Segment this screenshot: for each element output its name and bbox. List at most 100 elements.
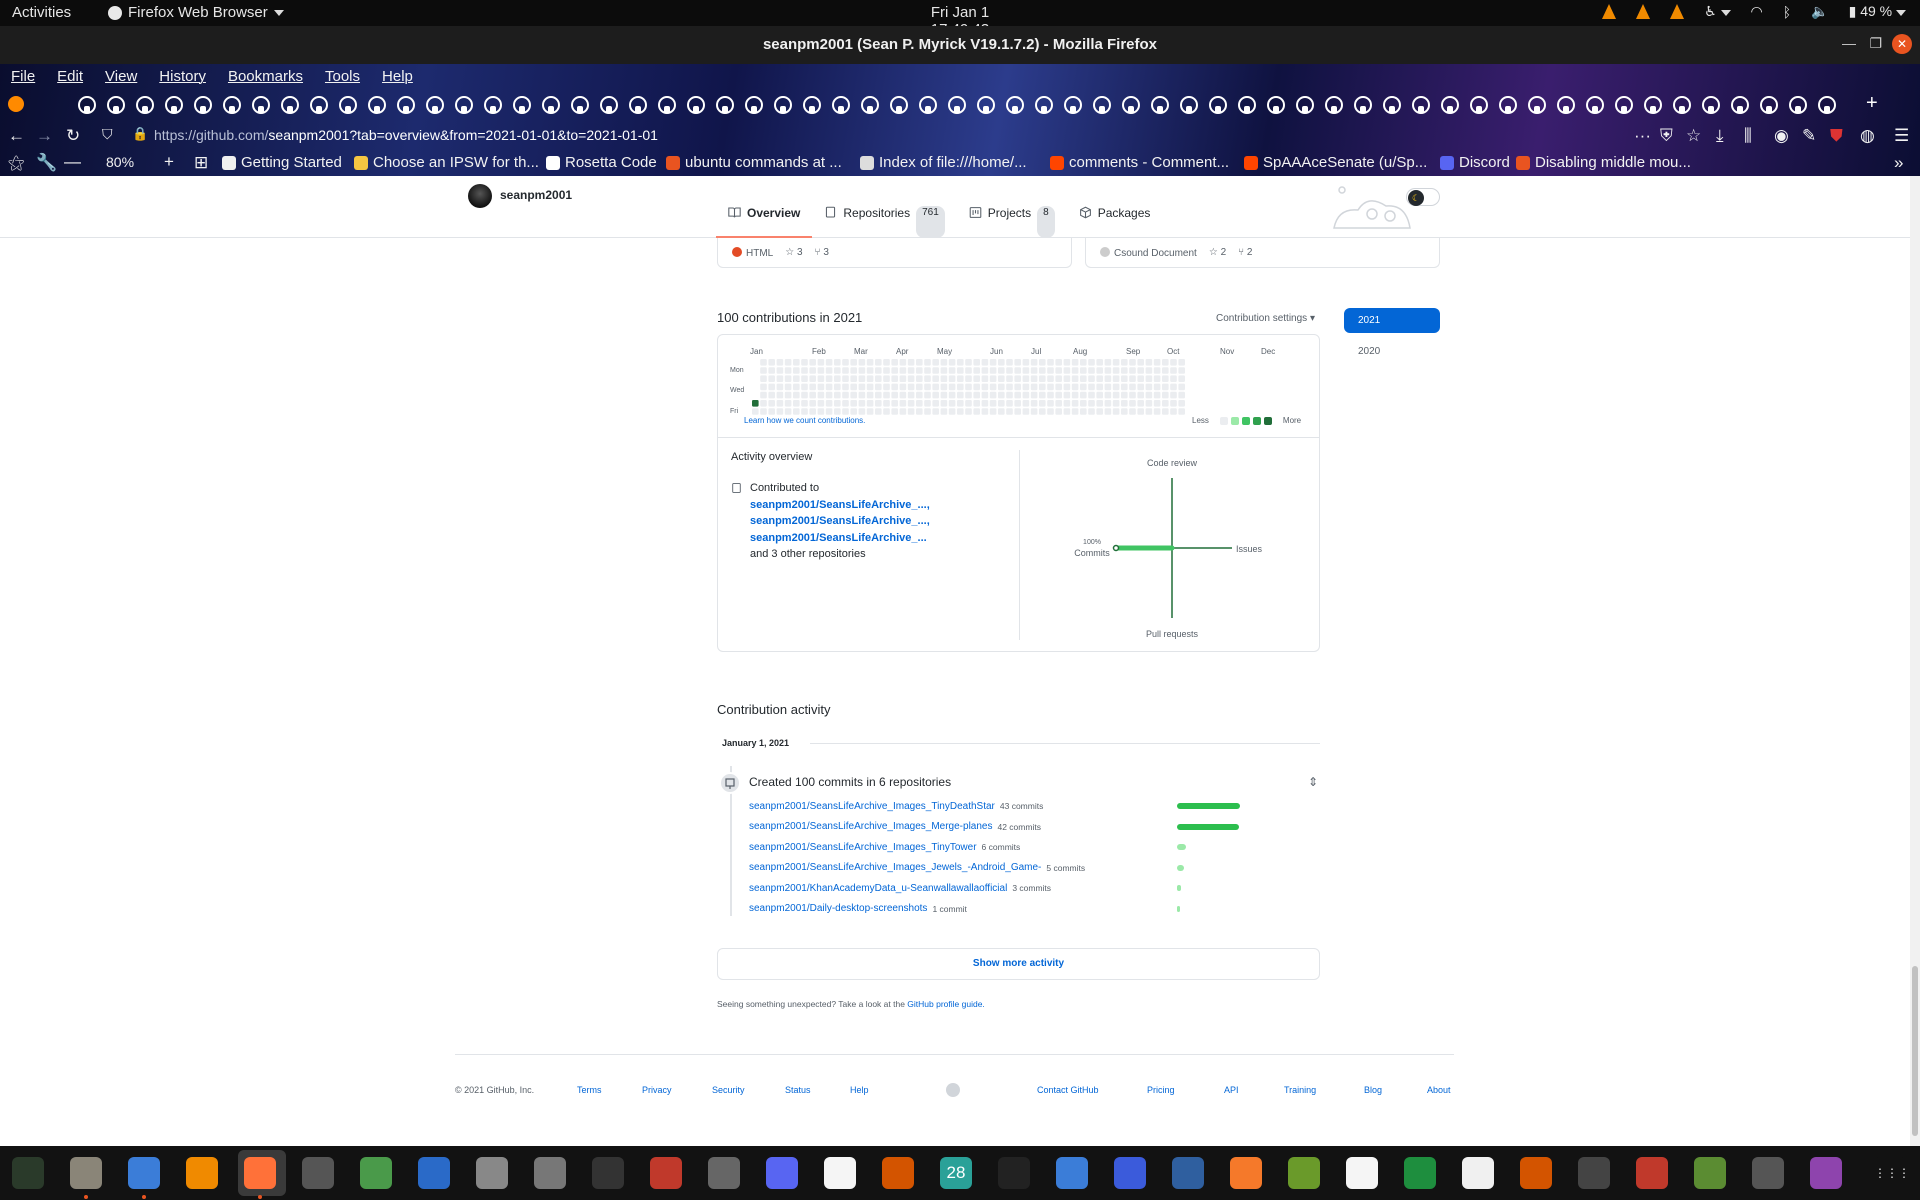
contribution-day[interactable] xyxy=(817,408,825,415)
bookmark-item[interactable]: Index of file:///home/... xyxy=(860,154,1027,171)
github-tab-icon[interactable] xyxy=(1557,96,1575,114)
contribution-day[interactable] xyxy=(825,391,833,399)
contribution-day[interactable] xyxy=(1006,375,1013,382)
contribution-day[interactable] xyxy=(1006,391,1013,399)
app-icon[interactable] xyxy=(708,1157,740,1189)
contribution-day[interactable] xyxy=(948,375,956,382)
contribution-day[interactable] xyxy=(1129,383,1136,391)
contribution-day[interactable] xyxy=(801,375,808,382)
contribution-day[interactable] xyxy=(1178,391,1185,399)
contribution-day[interactable] xyxy=(965,391,972,399)
bookmark-item[interactable]: Getting Started xyxy=(222,154,342,171)
footer-link-contact[interactable]: Contact GitHub xyxy=(1037,1085,1099,1095)
contribution-day[interactable] xyxy=(1006,400,1013,407)
contribution-day[interactable] xyxy=(1014,367,1021,374)
contribution-day[interactable] xyxy=(932,359,939,366)
github-tab-icon[interactable] xyxy=(1499,96,1517,114)
contribution-day[interactable] xyxy=(760,359,767,366)
contribution-day[interactable] xyxy=(1129,408,1136,415)
contribution-day[interactable] xyxy=(1137,367,1144,374)
contribution-day[interactable] xyxy=(1178,383,1185,391)
contribution-day[interactable] xyxy=(1030,408,1038,415)
discord-icon[interactable] xyxy=(766,1157,798,1189)
contribution-day[interactable] xyxy=(924,391,931,399)
contribution-day[interactable] xyxy=(965,375,972,382)
downloads-icon[interactable]: ⤓ xyxy=(1716,126,1724,146)
contribution-day[interactable] xyxy=(825,375,833,382)
year-2021[interactable]: 2021 xyxy=(1344,308,1440,333)
contribution-day[interactable] xyxy=(1162,375,1169,382)
contribution-day[interactable] xyxy=(850,400,857,407)
contribution-day[interactable] xyxy=(875,391,882,399)
new-folder-icon[interactable]: ⊞ xyxy=(194,153,208,173)
footer-link-blog[interactable]: Blog xyxy=(1364,1085,1382,1095)
contribution-day[interactable] xyxy=(924,383,931,391)
contribution-day[interactable] xyxy=(1121,391,1128,399)
battery-status[interactable]: ▮ 49 % xyxy=(1849,3,1906,20)
contribution-day[interactable] xyxy=(1014,383,1021,391)
contribution-day[interactable] xyxy=(989,367,997,374)
contribution-day[interactable] xyxy=(1170,375,1177,382)
contribution-day[interactable] xyxy=(1137,391,1144,399)
contribution-day[interactable] xyxy=(924,367,931,374)
commit-repo-link[interactable]: seanpm2001/SeansLifeArchive_Images_Jewel… xyxy=(749,862,1041,873)
contribution-day[interactable] xyxy=(1096,400,1103,407)
contribution-day[interactable] xyxy=(1071,391,1079,399)
contribution-day[interactable] xyxy=(793,383,800,391)
zoom-out-icon[interactable]: — xyxy=(64,152,81,172)
contribution-day[interactable] xyxy=(1080,375,1087,382)
github-tab-icon[interactable] xyxy=(861,96,879,114)
vlc-tray-icon-2[interactable] xyxy=(1636,4,1651,19)
contribution-day[interactable] xyxy=(1145,359,1153,366)
contribution-day[interactable] xyxy=(850,383,857,391)
contribution-day[interactable] xyxy=(825,367,833,374)
contribution-day[interactable] xyxy=(899,383,907,391)
contribution-day[interactable] xyxy=(809,391,816,399)
contribution-day[interactable] xyxy=(1145,391,1153,399)
github-tab-icon[interactable] xyxy=(368,96,386,114)
wrench-icon[interactable]: 🔧 xyxy=(36,153,57,173)
contribution-day[interactable] xyxy=(998,367,1005,374)
contribution-day[interactable] xyxy=(768,400,775,407)
contribution-day[interactable] xyxy=(1104,375,1112,382)
contribution-day[interactable] xyxy=(1104,367,1112,374)
contribution-day[interactable] xyxy=(957,400,964,407)
contribution-day[interactable] xyxy=(801,400,808,407)
github-tab-icon[interactable] xyxy=(1586,96,1604,114)
screenshot-icon[interactable] xyxy=(1114,1157,1146,1189)
tab-repositories[interactable]: Repositories 761 xyxy=(812,176,956,238)
contribution-day[interactable] xyxy=(1063,359,1071,366)
contribution-day[interactable] xyxy=(858,391,866,399)
github-extension-icon[interactable]: ◍ xyxy=(1860,126,1875,146)
contribution-day[interactable] xyxy=(1039,408,1046,415)
contribution-day[interactable] xyxy=(1170,367,1177,374)
contribution-day[interactable] xyxy=(998,400,1005,407)
bookmark-item[interactable]: SpAAAceSenate (u/Sp... xyxy=(1244,154,1427,171)
tasks-icon[interactable] xyxy=(1056,1157,1088,1189)
contribution-day[interactable] xyxy=(1112,383,1120,391)
close-button[interactable]: ✕ xyxy=(1892,34,1912,54)
contribution-day[interactable] xyxy=(924,359,931,366)
contribution-day[interactable] xyxy=(940,367,948,374)
contribution-day[interactable] xyxy=(842,400,849,407)
contribution-day[interactable] xyxy=(973,375,980,382)
contribution-day[interactable] xyxy=(1006,367,1013,374)
contribution-day[interactable] xyxy=(1063,375,1071,382)
contribution-day[interactable] xyxy=(1088,359,1095,366)
contribution-day[interactable] xyxy=(834,375,841,382)
contribution-day[interactable] xyxy=(875,400,882,407)
contribution-day[interactable] xyxy=(760,408,767,415)
contribution-day[interactable] xyxy=(1162,367,1169,374)
contribution-day[interactable] xyxy=(891,391,898,399)
contribution-day[interactable] xyxy=(907,400,915,407)
github-tab-icon[interactable] xyxy=(658,96,676,114)
contribution-day[interactable] xyxy=(1096,375,1103,382)
contribution-day[interactable] xyxy=(850,367,857,374)
contribution-day[interactable] xyxy=(842,383,849,391)
contribution-day[interactable] xyxy=(899,400,907,407)
contribution-day[interactable] xyxy=(916,375,923,382)
contribution-day[interactable] xyxy=(965,359,972,366)
contribution-day[interactable] xyxy=(932,408,939,415)
contribution-day[interactable] xyxy=(1137,383,1144,391)
contribution-day[interactable] xyxy=(989,375,997,382)
